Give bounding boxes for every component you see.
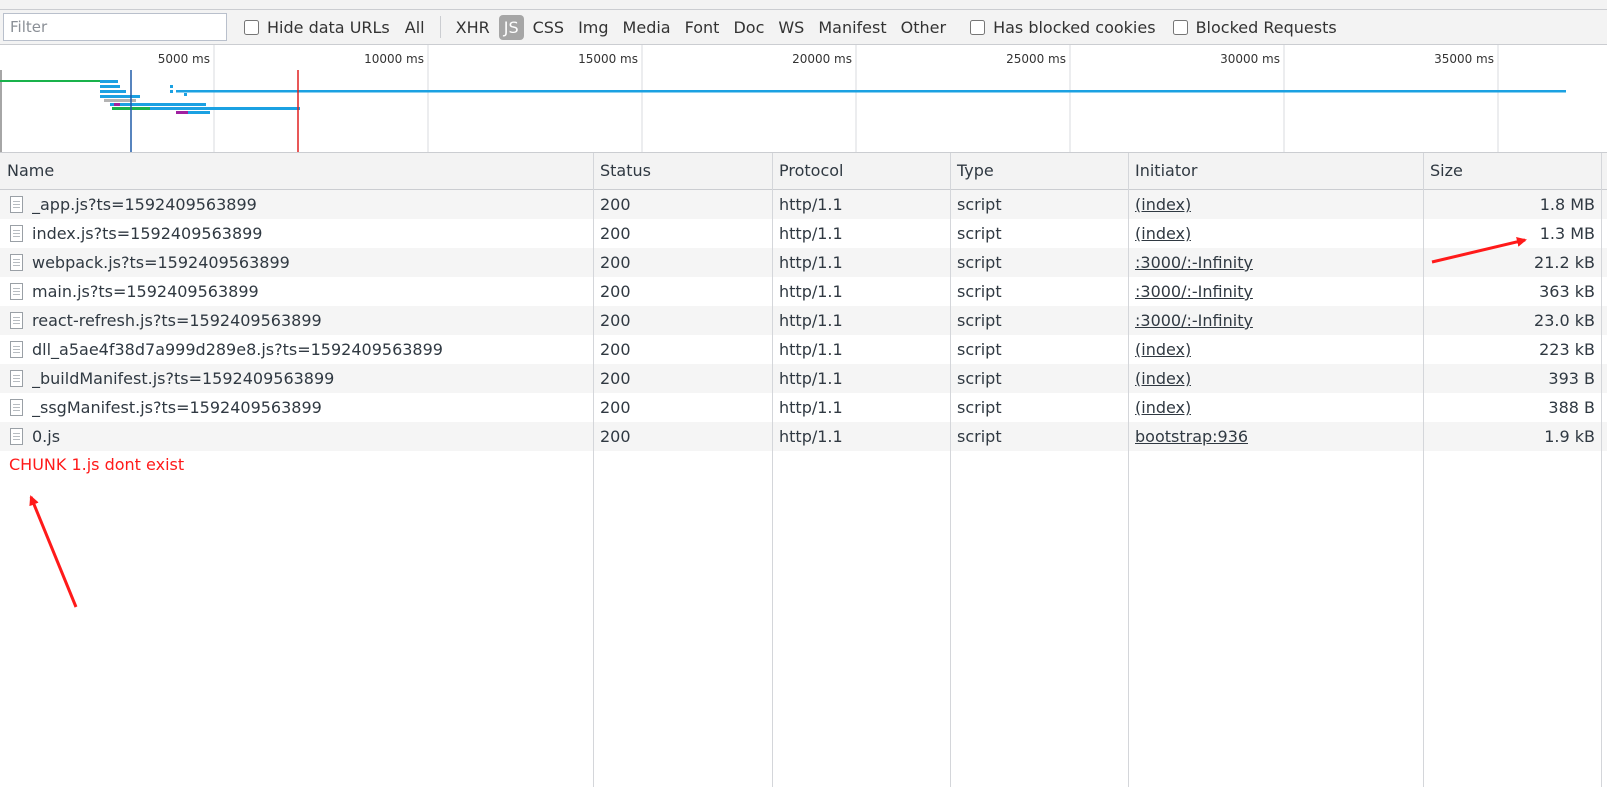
column-divider[interactable] [1128,153,1129,787]
has-blocked-cookies-box[interactable] [970,19,986,35]
timeline-request-bar [100,95,140,98]
hide-data-urls-checkbox[interactable]: Hide data URLs [244,18,390,37]
column-divider[interactable] [593,153,594,787]
blocked-requests-checkbox[interactable]: Blocked Requests [1172,17,1337,37]
timeline-request-bar [0,80,100,82]
hide-data-urls-label: Hide data URLs [267,17,390,37]
timeline-tick-label: 20000 ms [792,52,852,66]
filter-type-js[interactable]: JS [498,14,524,40]
filter-type-ws[interactable]: WS [773,15,809,40]
blocked-requests-label: Blocked Requests [1195,17,1337,37]
timeline-request-bar [100,85,120,88]
timeline-tick-label: 30000 ms [1220,52,1280,66]
filter-type-media[interactable]: Media [618,15,676,40]
column-divider[interactable] [1423,153,1424,787]
timeline-overview-graph: 5000 ms 10000 ms 15000 ms 20000 ms 25000 ms 3… [0,45,1566,152]
filter-type-doc[interactable]: Doc [728,15,769,40]
filter-input[interactable] [3,13,227,41]
hide-data-urls-box[interactable] [244,19,259,35]
filter-type-xhr[interactable]: XHR [451,15,495,40]
annotation-note: CHUNK 1.js dont exist [9,455,185,474]
column-divider[interactable] [950,153,951,787]
timeline-request-bar [100,80,118,83]
timeline-request-bar [150,107,300,110]
timeline-request-bar [184,93,187,96]
timeline-tick-label: 10000 ms [364,52,424,66]
filter-type-manifest[interactable]: Manifest [813,15,891,40]
timeline-request-bar [110,103,206,106]
filter-type-other[interactable]: Other [896,15,951,40]
timeline-request-bar [170,85,173,88]
filter-toolbar: Hide data URLs All XHR JS CSS Img Media … [0,10,1607,45]
timeline-request-bar [170,90,173,93]
column-divider[interactable] [1601,153,1602,787]
filter-type-img[interactable]: Img [573,15,613,40]
network-requests-table: Name Status Protocol Type Initiator Size… [0,153,1607,787]
timeline-overview[interactable]: 5000 ms 10000 ms 15000 ms 20000 ms 25000 ms 3… [0,45,1607,153]
timeline-tick-label: 5000 ms [158,52,210,66]
timeline-request-bar [114,103,120,106]
column-dividers [0,153,1607,787]
blocked-requests-box[interactable] [1172,19,1188,35]
toolbar-divider [439,16,441,38]
timeline-tick-label: 15000 ms [578,52,638,66]
filter-type-font[interactable]: Font [680,15,725,40]
timeline-request-bar [176,111,188,114]
filter-type-css[interactable]: CSS [528,15,569,40]
top-strip [0,0,1607,10]
timeline-tick-label: 35000 ms [1434,52,1494,66]
has-blocked-cookies-label: Has blocked cookies [993,17,1156,37]
timeline-tick-label: 25000 ms [1006,52,1066,66]
timeline-request-bar [176,90,1566,93]
column-divider[interactable] [772,153,773,787]
filter-type-all[interactable]: All [400,15,430,40]
has-blocked-cookies-checkbox[interactable]: Has blocked cookies [970,18,1156,37]
timeline-request-bar [100,90,126,93]
